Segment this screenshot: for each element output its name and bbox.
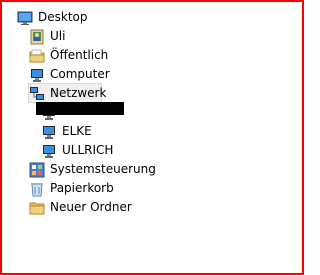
recycle-bin-icon	[29, 181, 45, 197]
tree-item-neuer-ordner[interactable]: Neuer Ordner	[29, 198, 149, 217]
tree-item-label: Systemsteuerung	[50, 162, 156, 176]
tree-item-computer[interactable]: Computer	[29, 65, 149, 84]
tree-item-desktop[interactable]: Desktop	[17, 8, 137, 27]
tree-item-oeffentlich[interactable]: Öffentlich	[29, 46, 149, 65]
tree-item-uli[interactable]: Uli	[29, 27, 149, 46]
tree-item-elke[interactable]: ELKE	[41, 122, 131, 141]
tree-item-netzwerk[interactable]: Netzwerk	[29, 84, 149, 103]
tree-item-label: ULLRICH	[62, 143, 114, 157]
tree-item-label: Computer	[50, 67, 110, 81]
desktop-icon	[17, 10, 33, 26]
tree-item-label: Netzwerk	[50, 86, 107, 100]
tree-item-label: Neuer Ordner	[50, 200, 132, 214]
tree-item-papierkorb[interactable]: Papierkorb	[29, 179, 149, 198]
control-panel-icon	[29, 162, 45, 178]
computer-icon	[41, 124, 57, 140]
computer-icon	[41, 143, 57, 159]
tree-item-ullrich[interactable]: ULLRICH	[41, 141, 131, 160]
tree-item-label: Papierkorb	[50, 181, 114, 195]
network-icon	[29, 86, 45, 102]
computer-icon	[29, 67, 45, 83]
tree-item-systemsteuerung[interactable]: Systemsteuerung	[29, 160, 169, 179]
redaction-bar	[36, 102, 124, 115]
tree-item-label: Desktop	[38, 10, 88, 24]
tree-item-label: Öffentlich	[50, 48, 109, 62]
folder-tree-panel: Desktop Uli Öffentlich Computer Netzwerk…	[0, 0, 304, 275]
folder-icon	[29, 200, 45, 216]
tree-item-label: Uli	[50, 29, 66, 43]
user-folder-icon	[29, 29, 45, 45]
tree-item-label: ELKE	[62, 124, 92, 138]
folder-icon	[29, 48, 45, 64]
